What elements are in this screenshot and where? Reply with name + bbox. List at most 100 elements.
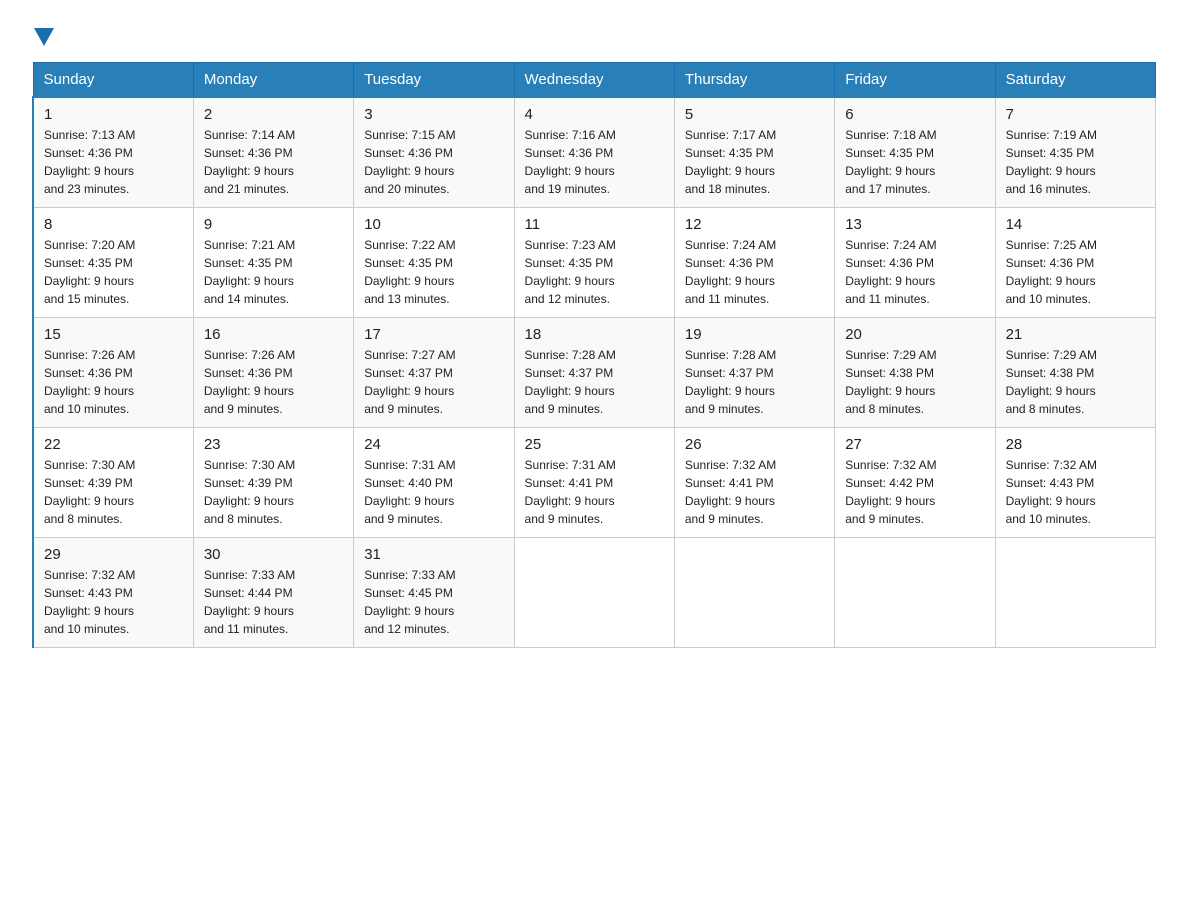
day-number: 26 <box>685 436 824 453</box>
day-info: Sunrise: 7:25 AM Sunset: 4:36 PM Dayligh… <box>1006 236 1145 308</box>
day-info: Sunrise: 7:26 AM Sunset: 4:36 PM Dayligh… <box>204 346 343 418</box>
calendar-cell: 21 Sunrise: 7:29 AM Sunset: 4:38 PM Dayl… <box>995 317 1155 427</box>
calendar-cell: 6 Sunrise: 7:18 AM Sunset: 4:35 PM Dayli… <box>835 97 995 207</box>
week-row-2: 8 Sunrise: 7:20 AM Sunset: 4:35 PM Dayli… <box>33 207 1156 317</box>
day-number: 19 <box>685 326 824 343</box>
day-info: Sunrise: 7:28 AM Sunset: 4:37 PM Dayligh… <box>685 346 824 418</box>
day-number: 18 <box>525 326 664 343</box>
day-info: Sunrise: 7:28 AM Sunset: 4:37 PM Dayligh… <box>525 346 664 418</box>
calendar-cell: 19 Sunrise: 7:28 AM Sunset: 4:37 PM Dayl… <box>674 317 834 427</box>
day-number: 22 <box>44 436 183 453</box>
calendar-cell: 14 Sunrise: 7:25 AM Sunset: 4:36 PM Dayl… <box>995 207 1155 317</box>
calendar-cell: 8 Sunrise: 7:20 AM Sunset: 4:35 PM Dayli… <box>33 207 193 317</box>
day-info: Sunrise: 7:31 AM Sunset: 4:40 PM Dayligh… <box>364 456 503 528</box>
weekday-header-wednesday: Wednesday <box>514 63 674 98</box>
calendar-cell <box>674 537 834 647</box>
weekday-header-friday: Friday <box>835 63 995 98</box>
day-info: Sunrise: 7:15 AM Sunset: 4:36 PM Dayligh… <box>364 126 503 198</box>
weekday-header-saturday: Saturday <box>995 63 1155 98</box>
day-info: Sunrise: 7:29 AM Sunset: 4:38 PM Dayligh… <box>1006 346 1145 418</box>
day-info: Sunrise: 7:20 AM Sunset: 4:35 PM Dayligh… <box>44 236 183 308</box>
day-info: Sunrise: 7:31 AM Sunset: 4:41 PM Dayligh… <box>525 456 664 528</box>
calendar-cell: 18 Sunrise: 7:28 AM Sunset: 4:37 PM Dayl… <box>514 317 674 427</box>
day-number: 6 <box>845 106 984 123</box>
day-number: 4 <box>525 106 664 123</box>
calendar-cell: 16 Sunrise: 7:26 AM Sunset: 4:36 PM Dayl… <box>193 317 353 427</box>
day-number: 7 <box>1006 106 1145 123</box>
day-info: Sunrise: 7:18 AM Sunset: 4:35 PM Dayligh… <box>845 126 984 198</box>
day-number: 17 <box>364 326 503 343</box>
calendar-cell: 9 Sunrise: 7:21 AM Sunset: 4:35 PM Dayli… <box>193 207 353 317</box>
day-info: Sunrise: 7:17 AM Sunset: 4:35 PM Dayligh… <box>685 126 824 198</box>
calendar-cell: 4 Sunrise: 7:16 AM Sunset: 4:36 PM Dayli… <box>514 97 674 207</box>
day-number: 20 <box>845 326 984 343</box>
calendar-cell: 20 Sunrise: 7:29 AM Sunset: 4:38 PM Dayl… <box>835 317 995 427</box>
day-number: 9 <box>204 216 343 233</box>
calendar-cell: 25 Sunrise: 7:31 AM Sunset: 4:41 PM Dayl… <box>514 427 674 537</box>
calendar-cell: 27 Sunrise: 7:32 AM Sunset: 4:42 PM Dayl… <box>835 427 995 537</box>
weekday-header-sunday: Sunday <box>33 63 193 98</box>
day-info: Sunrise: 7:23 AM Sunset: 4:35 PM Dayligh… <box>525 236 664 308</box>
calendar-cell: 26 Sunrise: 7:32 AM Sunset: 4:41 PM Dayl… <box>674 427 834 537</box>
calendar-body: 1 Sunrise: 7:13 AM Sunset: 4:36 PM Dayli… <box>33 97 1156 647</box>
day-number: 31 <box>364 546 503 563</box>
day-number: 30 <box>204 546 343 563</box>
logo <box>32 24 54 44</box>
day-number: 10 <box>364 216 503 233</box>
week-row-3: 15 Sunrise: 7:26 AM Sunset: 4:36 PM Dayl… <box>33 317 1156 427</box>
day-number: 8 <box>44 216 183 233</box>
day-info: Sunrise: 7:19 AM Sunset: 4:35 PM Dayligh… <box>1006 126 1145 198</box>
day-info: Sunrise: 7:13 AM Sunset: 4:36 PM Dayligh… <box>44 126 183 198</box>
day-info: Sunrise: 7:32 AM Sunset: 4:43 PM Dayligh… <box>44 566 183 638</box>
day-number: 16 <box>204 326 343 343</box>
day-info: Sunrise: 7:22 AM Sunset: 4:35 PM Dayligh… <box>364 236 503 308</box>
weekday-header-row: SundayMondayTuesdayWednesdayThursdayFrid… <box>33 63 1156 98</box>
day-number: 24 <box>364 436 503 453</box>
calendar-cell: 13 Sunrise: 7:24 AM Sunset: 4:36 PM Dayl… <box>835 207 995 317</box>
calendar-cell: 24 Sunrise: 7:31 AM Sunset: 4:40 PM Dayl… <box>354 427 514 537</box>
weekday-header-tuesday: Tuesday <box>354 63 514 98</box>
day-info: Sunrise: 7:26 AM Sunset: 4:36 PM Dayligh… <box>44 346 183 418</box>
calendar-cell: 31 Sunrise: 7:33 AM Sunset: 4:45 PM Dayl… <box>354 537 514 647</box>
day-info: Sunrise: 7:24 AM Sunset: 4:36 PM Dayligh… <box>845 236 984 308</box>
calendar-cell <box>835 537 995 647</box>
calendar-cell: 7 Sunrise: 7:19 AM Sunset: 4:35 PM Dayli… <box>995 97 1155 207</box>
week-row-1: 1 Sunrise: 7:13 AM Sunset: 4:36 PM Dayli… <box>33 97 1156 207</box>
day-info: Sunrise: 7:16 AM Sunset: 4:36 PM Dayligh… <box>525 126 664 198</box>
day-number: 25 <box>525 436 664 453</box>
calendar-cell: 3 Sunrise: 7:15 AM Sunset: 4:36 PM Dayli… <box>354 97 514 207</box>
calendar-table: SundayMondayTuesdayWednesdayThursdayFrid… <box>32 62 1156 648</box>
day-info: Sunrise: 7:24 AM Sunset: 4:36 PM Dayligh… <box>685 236 824 308</box>
day-info: Sunrise: 7:30 AM Sunset: 4:39 PM Dayligh… <box>204 456 343 528</box>
calendar-cell: 10 Sunrise: 7:22 AM Sunset: 4:35 PM Dayl… <box>354 207 514 317</box>
day-number: 14 <box>1006 216 1145 233</box>
calendar-cell: 30 Sunrise: 7:33 AM Sunset: 4:44 PM Dayl… <box>193 537 353 647</box>
day-info: Sunrise: 7:33 AM Sunset: 4:44 PM Dayligh… <box>204 566 343 638</box>
day-number: 21 <box>1006 326 1145 343</box>
calendar-cell: 12 Sunrise: 7:24 AM Sunset: 4:36 PM Dayl… <box>674 207 834 317</box>
day-number: 23 <box>204 436 343 453</box>
calendar-cell: 5 Sunrise: 7:17 AM Sunset: 4:35 PM Dayli… <box>674 97 834 207</box>
calendar-cell: 2 Sunrise: 7:14 AM Sunset: 4:36 PM Dayli… <box>193 97 353 207</box>
day-info: Sunrise: 7:32 AM Sunset: 4:42 PM Dayligh… <box>845 456 984 528</box>
day-number: 12 <box>685 216 824 233</box>
week-row-5: 29 Sunrise: 7:32 AM Sunset: 4:43 PM Dayl… <box>33 537 1156 647</box>
day-info: Sunrise: 7:29 AM Sunset: 4:38 PM Dayligh… <box>845 346 984 418</box>
day-info: Sunrise: 7:32 AM Sunset: 4:41 PM Dayligh… <box>685 456 824 528</box>
calendar-cell: 17 Sunrise: 7:27 AM Sunset: 4:37 PM Dayl… <box>354 317 514 427</box>
logo-triangle-icon <box>34 28 54 46</box>
day-info: Sunrise: 7:14 AM Sunset: 4:36 PM Dayligh… <box>204 126 343 198</box>
calendar-header: SundayMondayTuesdayWednesdayThursdayFrid… <box>33 63 1156 98</box>
day-info: Sunrise: 7:27 AM Sunset: 4:37 PM Dayligh… <box>364 346 503 418</box>
day-number: 2 <box>204 106 343 123</box>
day-number: 28 <box>1006 436 1145 453</box>
calendar-cell <box>995 537 1155 647</box>
day-number: 3 <box>364 106 503 123</box>
day-number: 1 <box>44 106 183 123</box>
day-info: Sunrise: 7:21 AM Sunset: 4:35 PM Dayligh… <box>204 236 343 308</box>
calendar-cell: 29 Sunrise: 7:32 AM Sunset: 4:43 PM Dayl… <box>33 537 193 647</box>
calendar-cell: 28 Sunrise: 7:32 AM Sunset: 4:43 PM Dayl… <box>995 427 1155 537</box>
calendar-cell: 11 Sunrise: 7:23 AM Sunset: 4:35 PM Dayl… <box>514 207 674 317</box>
calendar-cell <box>514 537 674 647</box>
day-number: 11 <box>525 216 664 233</box>
